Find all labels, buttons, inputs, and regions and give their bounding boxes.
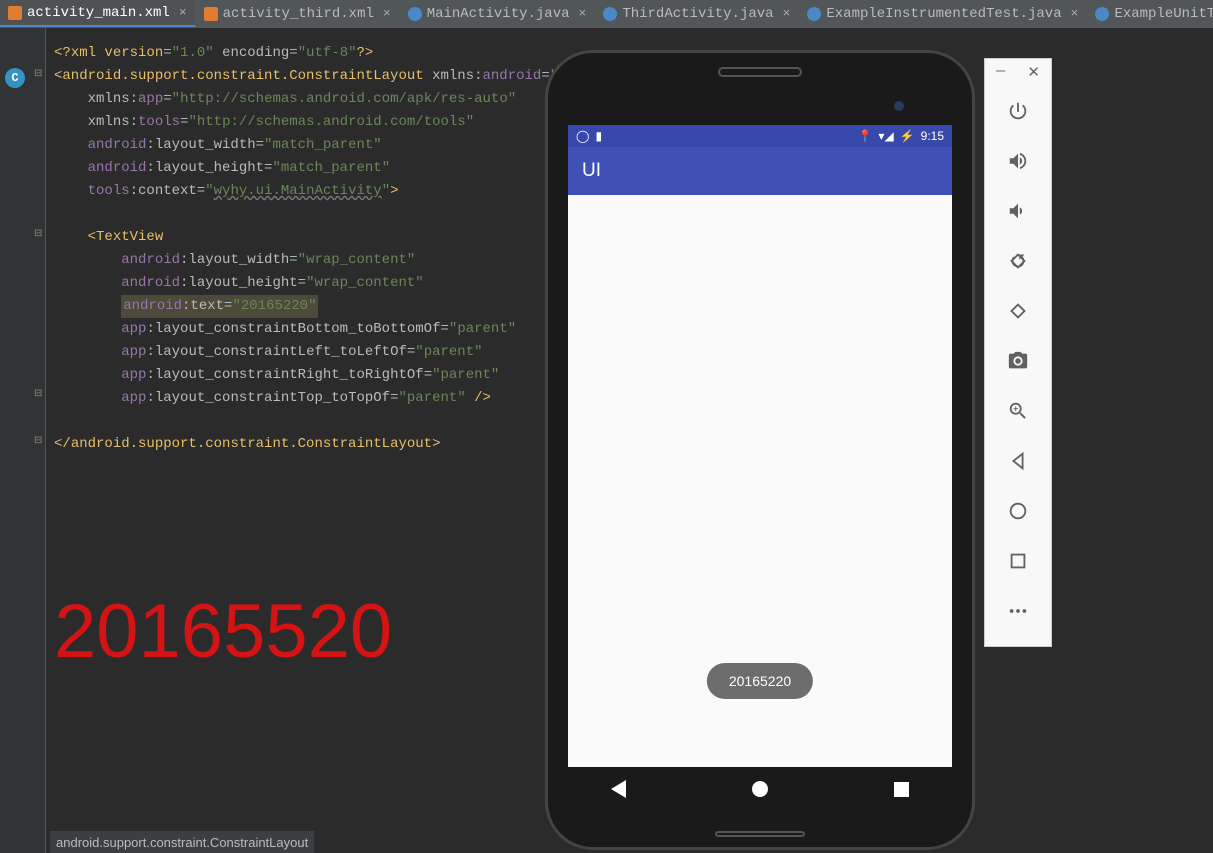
xml-version: 1.0 xyxy=(180,45,205,61)
c-top: parent xyxy=(407,390,457,406)
status-time: 9:15 xyxy=(921,129,944,143)
tab-third-activity[interactable]: ThirdActivity.java × xyxy=(595,0,799,27)
close-icon[interactable]: × xyxy=(383,6,391,21)
status-sim-icon: ▮ xyxy=(595,129,602,143)
xmlns-app: http://schemas.android.com/apk/res-auto xyxy=(180,91,508,107)
java-file-icon xyxy=(1095,7,1109,21)
phone-screen[interactable]: ◯ ▮ 📍 ▾◢ ⚡ 9:15 UI 20165220 xyxy=(568,125,952,767)
xmlns-tools: http://schemas.android.com/tools xyxy=(197,114,466,130)
java-file-icon xyxy=(603,7,617,21)
c-right: parent xyxy=(441,367,491,383)
overlay-number: 20165520 xyxy=(54,588,392,675)
tv-height: wrap_content xyxy=(314,275,415,291)
toast: 20165220 xyxy=(707,663,813,699)
fold-icon[interactable]: ⊟ xyxy=(34,388,42,400)
app-bar: UI xyxy=(568,147,952,195)
xml-file-icon xyxy=(8,6,22,20)
nav-buttons xyxy=(548,769,972,809)
status-circle-icon: ◯ xyxy=(576,129,589,143)
tab-activity-main[interactable]: activity_main.xml × xyxy=(0,0,196,27)
close-icon[interactable]: × xyxy=(579,6,587,21)
tab-label: ExampleInstrumentedTest.java xyxy=(826,6,1061,22)
class-icon: C xyxy=(5,68,25,88)
toast-text: 20165220 xyxy=(729,673,791,689)
nav-back-icon[interactable] xyxy=(611,780,626,798)
nav-overview-icon[interactable] xyxy=(894,782,909,797)
more-button[interactable] xyxy=(998,590,1038,632)
xml-encoding: utf-8 xyxy=(306,45,348,61)
tab-label: activity_main.xml xyxy=(27,5,170,21)
close-icon[interactable]: × xyxy=(1071,6,1079,21)
minimize-icon[interactable]: — xyxy=(996,63,1005,82)
java-file-icon xyxy=(408,7,422,21)
phone-frame: ◯ ▮ 📍 ▾◢ ⚡ 9:15 UI 20165220 xyxy=(545,50,975,850)
speaker-grille xyxy=(715,831,805,837)
tab-label: ThirdActivity.java xyxy=(622,6,773,22)
nav-home-icon[interactable] xyxy=(752,781,768,797)
battery-icon: ⚡ xyxy=(900,129,915,143)
breadcrumb-text: android.support.constraint.ConstraintLay… xyxy=(56,835,308,850)
tab-label: activity_third.xml xyxy=(223,6,374,22)
wifi-icon: ▾◢ xyxy=(878,129,893,143)
layout-width: match_parent xyxy=(272,137,373,153)
c-bottom: parent xyxy=(457,321,507,337)
close-icon[interactable]: × xyxy=(179,5,187,20)
tab-activity-third[interactable]: activity_third.xml × xyxy=(196,0,400,27)
zoom-button[interactable] xyxy=(998,390,1038,432)
tv-text: 20165220 xyxy=(241,298,308,314)
overview-button[interactable] xyxy=(998,540,1038,582)
tools-context: wyhy.ui.MainActivity xyxy=(214,183,382,199)
java-file-icon xyxy=(807,7,821,21)
tab-main-activity[interactable]: MainActivity.java × xyxy=(400,0,596,27)
emulator-window: ◯ ▮ 📍 ▾◢ ⚡ 9:15 UI 20165220 xyxy=(545,50,975,850)
close-tag: android.support.constraint.ConstraintLay… xyxy=(71,436,432,452)
rotate-right-button[interactable] xyxy=(998,290,1038,332)
fold-icon[interactable]: ⊟ xyxy=(34,68,42,80)
textview-tag: TextView xyxy=(96,229,163,245)
tab-label: ExampleUnitTest.java xyxy=(1114,6,1213,22)
close-icon[interactable]: × xyxy=(783,6,791,21)
fold-icon[interactable]: ⊟ xyxy=(34,228,42,240)
tab-example-instrumented-test[interactable]: ExampleInstrumentedTest.java × xyxy=(799,0,1087,27)
fold-icon[interactable]: ⊟ xyxy=(34,435,42,447)
power-button[interactable] xyxy=(998,90,1038,132)
gutter: C ⊟ ⊟ ⊟ ⊟ xyxy=(0,28,46,853)
c-left: parent xyxy=(424,344,474,360)
back-button[interactable] xyxy=(998,440,1038,482)
tab-example-unit-test[interactable]: ExampleUnitTest.java × xyxy=(1087,0,1213,27)
breadcrumb[interactable]: android.support.constraint.ConstraintLay… xyxy=(50,831,314,853)
editor-tab-bar: activity_main.xml × activity_third.xml ×… xyxy=(0,0,1213,28)
location-icon: 📍 xyxy=(857,129,872,143)
root-tag: android.support.constraint.ConstraintLay… xyxy=(62,68,423,84)
tv-width: wrap_content xyxy=(306,252,407,268)
camera-button[interactable] xyxy=(998,340,1038,382)
rotate-left-button[interactable] xyxy=(998,240,1038,282)
layout-height: match_parent xyxy=(281,160,382,176)
home-button[interactable] xyxy=(998,490,1038,532)
camera-dot xyxy=(894,101,904,111)
close-icon[interactable]: ✕ xyxy=(1027,63,1040,82)
xml-file-icon xyxy=(204,7,218,21)
app-title: UI xyxy=(582,160,601,182)
emulator-toolbar: — ✕ xyxy=(984,58,1052,647)
volume-up-button[interactable] xyxy=(998,140,1038,182)
status-bar: ◯ ▮ 📍 ▾◢ ⚡ 9:15 xyxy=(568,125,952,147)
tab-label: MainActivity.java xyxy=(427,6,570,22)
volume-down-button[interactable] xyxy=(998,190,1038,232)
